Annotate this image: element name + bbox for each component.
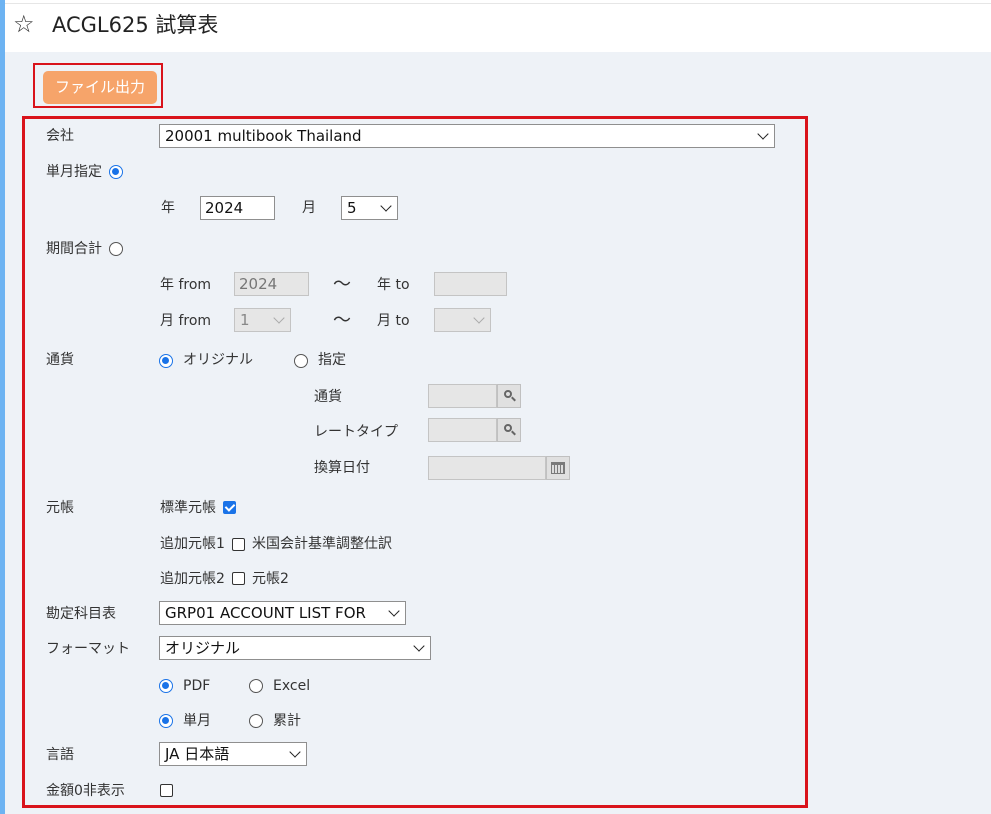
hide-zero-label: 金額0非表示 [46, 783, 125, 799]
month-select[interactable]: 5 [341, 196, 398, 220]
cumulative-label: 累計 [273, 713, 301, 729]
rate-type-label: レートタイプ [314, 424, 398, 440]
chevron-down-icon [473, 312, 485, 324]
format-select-value: オリジナル [165, 639, 241, 657]
standard-ledger-label: 標準元帳 [160, 500, 216, 516]
currency-label: 通貨 [46, 352, 74, 368]
year-from-label: 年 from [160, 277, 212, 293]
chevron-down-icon [388, 605, 400, 617]
parameter-panel [22, 116, 808, 808]
currency-original-label: オリジナル [183, 352, 253, 368]
additional-ledger1-option: 米国会計基準調整仕訳 [252, 536, 392, 552]
standard-ledger-checkbox[interactable] [223, 501, 236, 514]
currency-specified-radio[interactable] [294, 354, 308, 368]
language-label: 言語 [46, 747, 74, 763]
format-select[interactable]: オリジナル [159, 636, 431, 660]
chevron-down-icon [380, 200, 392, 212]
calendar-icon[interactable] [546, 456, 570, 480]
language-select-value: JA 日本語 [165, 745, 230, 763]
year-from-input[interactable]: 2024 [234, 272, 309, 296]
period-total-radio[interactable] [109, 242, 123, 256]
period-total-label: 期間合計 [46, 241, 102, 257]
conversion-date-input[interactable] [428, 456, 546, 480]
month-from-label: 月 from [160, 313, 212, 329]
pdf-radio[interactable] [159, 679, 173, 693]
rate-type-input[interactable] [428, 418, 497, 442]
company-label: 会社 [46, 128, 74, 144]
currency-field-input[interactable] [428, 384, 497, 408]
single-month-label: 単月指定 [46, 164, 102, 180]
format-label: フォーマット [46, 641, 130, 657]
additional-ledger2-checkbox[interactable] [232, 572, 245, 585]
cumulative-radio[interactable] [249, 714, 263, 728]
star-outline-icon[interactable]: ☆ [13, 12, 35, 36]
year-input[interactable]: 2024 [200, 196, 275, 220]
company-select-value: 20001 multibook Thailand [165, 127, 362, 145]
ledger-label: 元帳 [46, 500, 74, 516]
currency-field-label: 通貨 [314, 389, 342, 405]
additional-ledger1-label: 追加元帳1 [160, 536, 225, 552]
single-month-radio[interactable] [109, 165, 123, 179]
search-icon[interactable] [497, 384, 521, 408]
range-tilde: 〜 [333, 274, 351, 295]
chevron-down-icon [757, 128, 769, 140]
chevron-down-icon [273, 312, 285, 324]
single-month-output-radio[interactable] [159, 714, 173, 728]
year-label: 年 [161, 200, 175, 216]
chart-of-accounts-value: GRP01 ACCOUNT LIST FOR [165, 604, 366, 622]
single-month-output-label: 単月 [183, 713, 211, 729]
month-to-label: 月 to [377, 313, 410, 329]
additional-ledger2-label: 追加元帳2 [160, 571, 225, 587]
excel-label: Excel [273, 678, 311, 694]
company-select[interactable]: 20001 multibook Thailand [159, 124, 775, 148]
file-output-button[interactable]: ファイル出力 [43, 71, 157, 104]
month-from-select[interactable]: 1 [234, 308, 291, 332]
month-select-value: 5 [347, 199, 357, 217]
chart-of-accounts-label: 勘定科目表 [46, 606, 116, 622]
chevron-down-icon [289, 746, 301, 758]
month-to-select[interactable] [434, 308, 491, 332]
year-to-label: 年 to [377, 277, 410, 293]
pdf-label: PDF [183, 678, 211, 694]
page-title: ACGL625 試算表 [52, 13, 219, 37]
month-label: 月 [302, 200, 316, 216]
currency-specified-label: 指定 [318, 352, 346, 368]
chart-of-accounts-select[interactable]: GRP01 ACCOUNT LIST FOR [159, 601, 406, 625]
conversion-date-label: 換算日付 [314, 460, 370, 476]
year-to-input[interactable] [434, 272, 507, 296]
month-from-select-value: 1 [240, 311, 250, 329]
range-tilde: 〜 [333, 310, 351, 331]
currency-original-radio[interactable] [159, 354, 173, 368]
chevron-down-icon [413, 640, 425, 652]
excel-radio[interactable] [249, 679, 263, 693]
additional-ledger1-checkbox[interactable] [232, 538, 245, 551]
additional-ledger2-option: 元帳2 [252, 571, 289, 587]
language-select[interactable]: JA 日本語 [159, 742, 307, 766]
search-icon[interactable] [497, 418, 521, 442]
hide-zero-checkbox[interactable] [160, 784, 173, 797]
